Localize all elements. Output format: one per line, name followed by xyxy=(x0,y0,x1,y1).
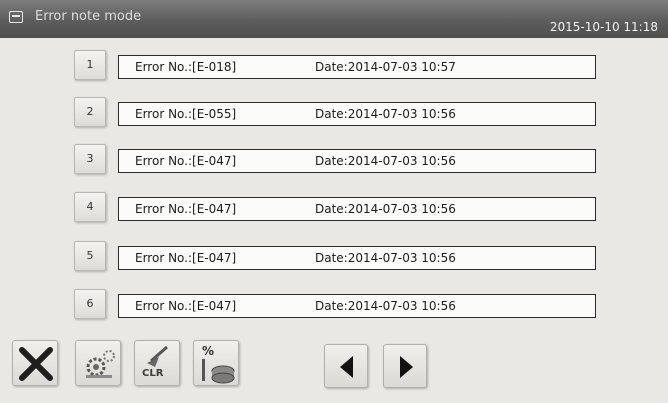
close-button[interactable] xyxy=(12,340,58,386)
error-index-button-5[interactable]: 5 xyxy=(74,241,106,271)
clear-icon xyxy=(147,345,168,367)
error-code: Error No.:[E-047] xyxy=(135,251,237,265)
error-row: 5 Error No.:[E-047] Date:2014-07-03 10:5… xyxy=(0,241,668,281)
error-row: 6 Error No.:[E-047] Date:2014-07-03 10:5… xyxy=(0,289,668,329)
error-row: 3 Error No.:[E-047] Date:2014-07-03 10:5… xyxy=(0,144,668,184)
error-code: Error No.:[E-047] xyxy=(135,299,237,313)
settings-button[interactable] xyxy=(75,340,121,386)
error-row: 1 Error No.:[E-018] Date:2014-07-03 10:5… xyxy=(0,50,668,90)
settings-icon xyxy=(86,350,115,378)
error-row: 4 Error No.:[E-047] Date:2014-07-03 10:5… xyxy=(0,192,668,232)
error-code: Error No.:[E-018] xyxy=(135,60,237,74)
next-page-button[interactable] xyxy=(383,344,427,388)
page-title: Error note mode xyxy=(35,9,142,24)
error-code: Error No.:[E-047] xyxy=(135,154,237,168)
clr-label: CLR xyxy=(142,368,164,379)
error-code: Error No.:[E-055] xyxy=(135,107,237,121)
error-date: Date:2014-07-03 10:56 xyxy=(315,251,456,265)
counter-icon xyxy=(202,359,235,384)
title-bar: Error note mode 2015-10-10 11:18 xyxy=(0,0,668,38)
error-date: Date:2014-07-03 10:56 xyxy=(315,107,456,121)
error-date: Date:2014-07-03 10:56 xyxy=(315,154,456,168)
counter-button[interactable]: % xyxy=(193,340,239,386)
error-record-field[interactable]: Error No.:[E-047] Date:2014-07-03 10:56 xyxy=(118,149,596,173)
error-record-field[interactable]: Error No.:[E-018] Date:2014-07-03 10:57 xyxy=(118,55,596,79)
datetime-display: 2015-10-10 11:18 xyxy=(549,20,658,34)
previous-page-button[interactable] xyxy=(324,344,368,388)
error-date: Date:2014-07-03 10:56 xyxy=(315,202,456,216)
error-record-field[interactable]: Error No.:[E-047] Date:2014-07-03 10:56 xyxy=(118,294,596,318)
error-index-button-2[interactable]: 2 xyxy=(74,97,106,127)
error-row: 2 Error No.:[E-055] Date:2014-07-03 10:5… xyxy=(0,97,668,137)
error-index-button-6[interactable]: 6 xyxy=(74,289,106,319)
mode-icon xyxy=(9,11,23,23)
error-date: Date:2014-07-03 10:56 xyxy=(315,299,456,313)
error-date: Date:2014-07-03 10:57 xyxy=(315,60,456,74)
error-code: Error No.:[E-047] xyxy=(135,202,237,216)
error-index-button-3[interactable]: 3 xyxy=(74,144,106,174)
error-record-field[interactable]: Error No.:[E-047] Date:2014-07-03 10:56 xyxy=(118,246,596,270)
error-record-field[interactable]: Error No.:[E-047] Date:2014-07-03 10:56 xyxy=(118,197,596,221)
error-record-field[interactable]: Error No.:[E-055] Date:2014-07-03 10:56 xyxy=(118,102,596,126)
arrow-right-icon xyxy=(400,356,413,378)
close-icon xyxy=(19,347,53,381)
arrow-left-icon xyxy=(340,356,353,378)
clear-button[interactable]: CLR xyxy=(134,340,180,386)
error-index-button-1[interactable]: 1 xyxy=(74,50,106,80)
error-index-button-4[interactable]: 4 xyxy=(74,192,106,222)
